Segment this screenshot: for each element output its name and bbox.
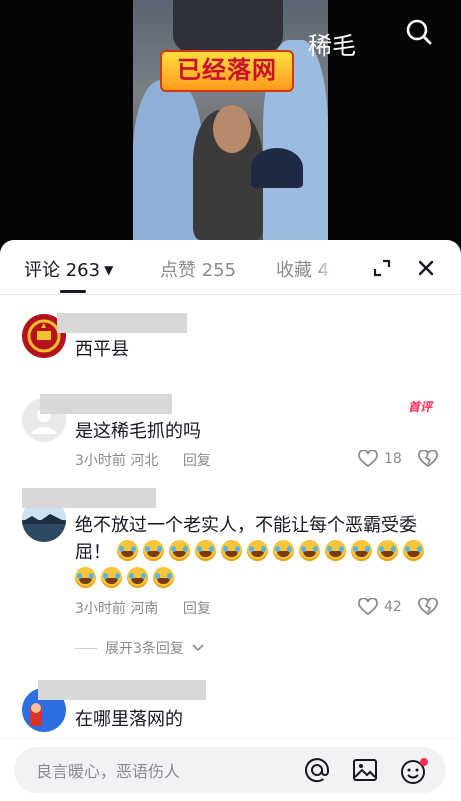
video-frame xyxy=(133,0,328,262)
comment-input-container[interactable] xyxy=(14,747,446,795)
comment-text: 绝不放过一个老实人，不能让每个恶霸受委屈！ xyxy=(75,512,435,593)
comment-input[interactable] xyxy=(34,747,298,795)
comment-location: 河北 xyxy=(130,453,159,469)
chevron-down-icon xyxy=(192,644,204,652)
laughing-emoji-icon xyxy=(142,540,164,561)
like-count: 18 xyxy=(384,451,402,467)
caret-down-icon: ▼ xyxy=(104,263,114,277)
broken-heart-icon[interactable] xyxy=(418,449,438,472)
laughing-emoji-icon xyxy=(220,540,242,561)
image-icon[interactable] xyxy=(352,757,378,787)
video-title: 稀毛 xyxy=(308,32,356,60)
username-redacted xyxy=(40,394,172,414)
laughing-emoji-icon xyxy=(246,540,268,561)
comment-text: 在哪里落网的 xyxy=(75,709,183,730)
username-redacted xyxy=(38,680,206,700)
heart-icon xyxy=(358,450,378,468)
comment-sheet: 评论 263 ▼ 点赞 255 收藏 4 西平县 首评 是这稀毛抓的吗 3小时前 … xyxy=(0,240,461,800)
reply-button[interactable]: 回复 xyxy=(183,453,211,469)
video-caption-stamp: 已经落网 xyxy=(160,50,294,92)
expand-replies-label: 展开3条回复 xyxy=(105,641,184,657)
laughing-emoji-group xyxy=(75,540,429,590)
emoji-icon[interactable] xyxy=(400,757,428,789)
username-redacted xyxy=(22,488,156,508)
expand-icon[interactable] xyxy=(372,258,392,282)
tab-comments-label: 评论 263 xyxy=(24,260,101,281)
comment-time: 3小时前 xyxy=(75,453,126,469)
laughing-emoji-icon xyxy=(127,567,148,588)
comment-meta: 3小时前 河南 回复 xyxy=(75,598,211,618)
tab-favorites[interactable]: 收藏 4 xyxy=(276,256,334,282)
active-tab-indicator xyxy=(60,290,86,293)
broken-heart-icon[interactable] xyxy=(418,597,438,620)
username-redacted xyxy=(57,313,187,333)
laughing-emoji-icon xyxy=(350,540,372,561)
comment-input-bar xyxy=(0,738,461,801)
comment-time: 3小时前 xyxy=(75,601,126,617)
reply-button[interactable]: 回复 xyxy=(183,601,211,617)
laughing-emoji-icon xyxy=(324,540,346,561)
laughing-emoji-icon xyxy=(116,540,138,561)
like-button[interactable]: 18 xyxy=(358,450,402,468)
laughing-emoji-icon xyxy=(75,567,96,588)
tab-likes[interactable]: 点赞 255 xyxy=(160,256,236,282)
laughing-emoji-icon xyxy=(168,540,190,561)
laughing-emoji-icon xyxy=(194,540,216,561)
tab-bar: 评论 263 ▼ 点赞 255 收藏 4 xyxy=(0,240,461,295)
comment-location: 河南 xyxy=(130,601,159,617)
comment-text: 西平县 xyxy=(75,339,129,360)
like-button[interactable]: 42 xyxy=(358,598,402,616)
first-comment-badge: 首评 xyxy=(408,400,433,414)
laughing-emoji-icon xyxy=(298,540,320,561)
comment-meta: 3小时前 河北 回复 xyxy=(75,450,211,470)
divider xyxy=(75,647,97,649)
like-count: 42 xyxy=(384,599,402,615)
mention-icon[interactable] xyxy=(304,757,330,787)
laughing-emoji-icon xyxy=(402,540,424,561)
tab-comments[interactable]: 评论 263 ▼ xyxy=(24,256,113,282)
video-player[interactable]: 已经落网 稀毛 xyxy=(0,0,461,262)
comment-text: 是这稀毛抓的吗 xyxy=(75,421,201,442)
laughing-emoji-icon xyxy=(153,567,174,588)
laughing-emoji-icon xyxy=(272,540,294,561)
expand-replies-button[interactable]: 展开3条回复 xyxy=(75,638,204,658)
search-icon[interactable] xyxy=(405,18,433,50)
laughing-emoji-icon xyxy=(376,540,398,561)
close-icon[interactable] xyxy=(416,258,436,282)
heart-icon xyxy=(358,598,378,616)
laughing-emoji-icon xyxy=(101,567,122,588)
